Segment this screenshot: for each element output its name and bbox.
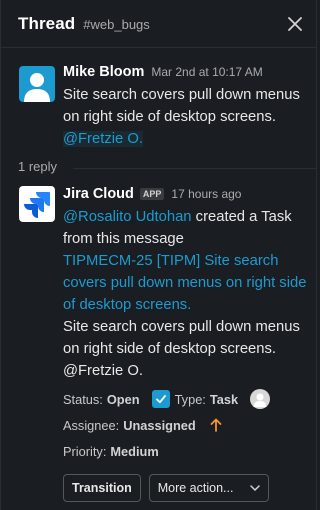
message-body: Mike Bloom Mar 2nd at 10:17 AM Site sear… (63, 64, 308, 150)
thread-panel: Thread #web_bugs Mike Bloom Mar 2nd at 1… (0, 0, 317, 510)
issue-link-wrap: TIPMECM-25 [TIPM] Site search covers pul… (63, 250, 308, 316)
jira-logo-icon (24, 192, 50, 218)
task-type-icon (151, 390, 170, 408)
avatar[interactable] (19, 66, 55, 102)
sender-name[interactable]: Mike Bloom (63, 64, 144, 80)
reply-count: 1 reply (18, 159, 58, 174)
checkmark-icon (155, 395, 166, 404)
status-value: Open (106, 391, 140, 407)
status-type-row: Status: Open Type: Task (63, 386, 308, 412)
assignee-avatar (250, 389, 271, 409)
message-text: Site search covers pull down menus on ri… (63, 84, 308, 150)
status-label: Status: (63, 391, 103, 407)
user-mention[interactable]: @Fretzie O. (63, 131, 143, 147)
header-channel[interactable]: #web_bugs (83, 17, 150, 32)
divider-line (73, 168, 316, 169)
user-icon (24, 73, 50, 102)
message-text: @Rosalito Udtohan created a Task from th… (63, 206, 308, 250)
priority-value: Medium (110, 443, 159, 459)
close-button[interactable] (284, 13, 306, 35)
priority-row: Priority: Medium (63, 438, 308, 464)
timestamp[interactable]: Mar 2nd at 10:17 AM (151, 65, 262, 79)
issue-fields: Status: Open Type: Task Assignee: Unassi… (63, 386, 308, 464)
more-actions-label: More action... (157, 481, 234, 495)
message-body: Jira Cloud APP 17 hours ago @Rosalito Ud… (63, 186, 308, 502)
assignee-value: Unassigned (123, 417, 196, 433)
type-value: Task (209, 391, 239, 407)
chevron-down-icon (249, 485, 260, 491)
assignee-row: Assignee: Unassigned (63, 412, 308, 438)
assignee-label: Assignee: (63, 417, 120, 433)
jira-avatar[interactable] (19, 186, 55, 222)
close-icon (288, 16, 302, 31)
issue-link[interactable]: TIPMECM-25 [TIPM] Site search covers pul… (63, 253, 306, 313)
priority-arrow-icon (210, 418, 222, 432)
type-label: Type: (174, 391, 206, 407)
user-icon (253, 393, 267, 407)
app-badge: APP (139, 188, 165, 200)
timestamp[interactable]: 17 hours ago (171, 187, 241, 201)
header-title: Thread (18, 13, 76, 33)
action-buttons: Transition More action... (63, 474, 308, 502)
priority-label: Priority: (63, 443, 107, 459)
replies-divider: 1 reply (1, 157, 316, 179)
thread-header: Thread #web_bugs (1, 0, 316, 48)
message-content: Site search covers pull down menus on ri… (63, 87, 300, 125)
transition-button[interactable]: Transition (63, 474, 141, 502)
issue-description: Site search covers pull down menus on ri… (63, 319, 300, 379)
user-mention[interactable]: @Rosalito Udtohan (63, 209, 192, 225)
sender-name[interactable]: Jira Cloud (63, 186, 134, 202)
more-actions-select[interactable]: More action... (148, 474, 269, 502)
